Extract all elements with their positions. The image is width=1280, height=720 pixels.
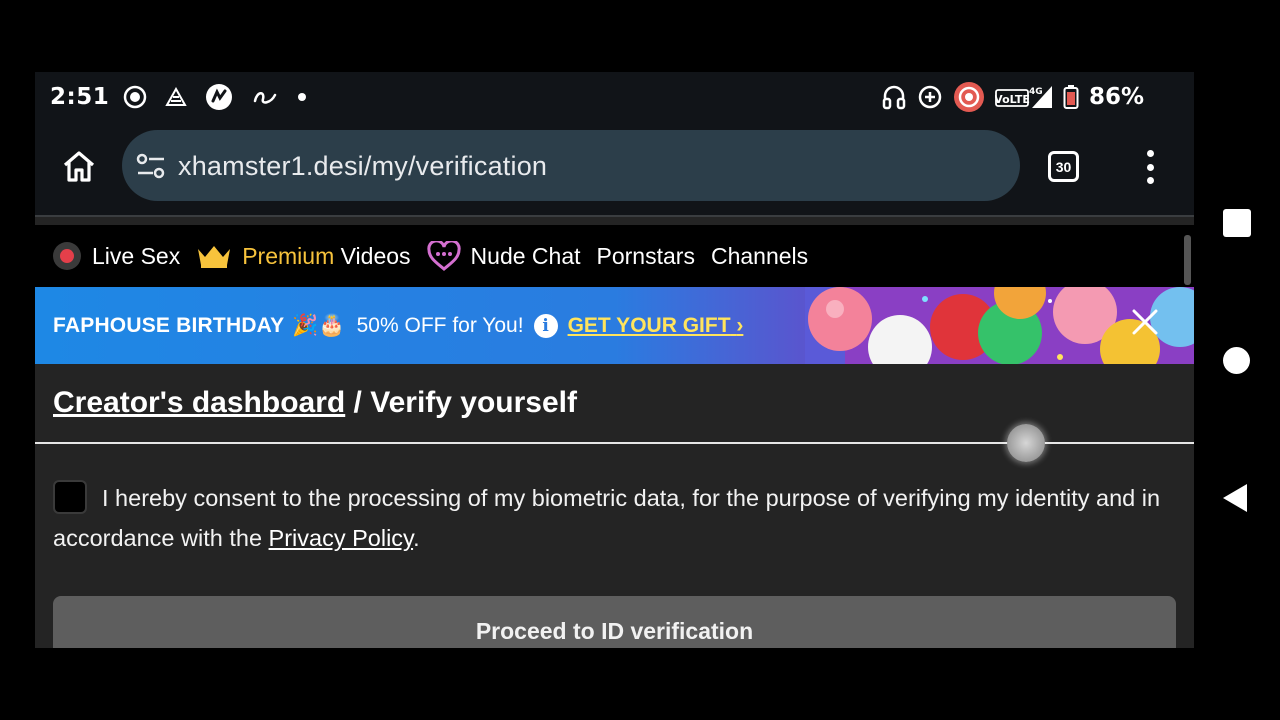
breadcrumb: Creator's dashboard / Verify yourself [53,386,577,420]
nav-item-label: Nude Chat [470,242,581,269]
android-nav-bar [1194,72,1280,648]
nav-item-pornstars[interactable]: Pornstars [597,243,695,270]
network-icon: VoLTE4G [995,86,1052,108]
consent-text: I hereby consent to the processing of my… [53,485,1161,551]
live-dot-icon [53,242,81,270]
toolbar-divider [35,215,1194,217]
recents-button[interactable] [1223,209,1251,237]
browser-menu-icon[interactable] [1144,150,1156,184]
nav-item-label: Pornstars [596,242,695,269]
nav-item-channels[interactable]: Channels [711,243,808,270]
site-settings-icon[interactable] [136,152,166,180]
record-icon [123,85,147,109]
status-notification-icons [123,83,307,111]
status-bar: 2:51 VoLTE 4G 86% [35,72,1194,122]
browser-toolbar: xhamster1.desi/my/verification 30 [35,122,1194,215]
data-saver-icon [918,85,942,109]
svg-text:VoLTE: VoLTE [995,93,1030,106]
party-cake-icon: 🎉🎂 [292,313,345,337]
consent-row: I hereby consent to the processing of my… [53,478,1183,558]
consent-checkbox[interactable] [53,480,87,514]
nav-item-nude-chat[interactable]: Nude Chat [426,241,581,271]
crown-icon [198,246,231,268]
proceed-button[interactable]: Proceed to ID verification [53,596,1176,648]
consent-end: . [413,525,420,551]
tab-count: 30 [1055,158,1072,175]
status-system-icons: VoLTE 4G 86% [881,72,1144,122]
headphones-icon [882,85,906,110]
nav-item-premium-videos[interactable]: Premium Videos [196,242,411,270]
address-bar[interactable]: xhamster1.desi/my/verification [122,130,1020,201]
status-time: 2:51 [50,84,110,110]
breadcrumb-dashboard-link[interactable]: Creator's dashboard [53,386,345,419]
nav-item-label: Channels [710,242,809,269]
page-title: Verify yourself [370,386,577,419]
home-button[interactable] [1223,347,1250,374]
info-icon[interactable]: i [533,313,558,338]
breadcrumb-separator: / [345,386,371,419]
promo-title: FAPHOUSE BIRTHDAY [53,313,285,337]
nav-item-highlight: Premium [242,242,335,269]
battery-icon [1063,85,1079,109]
site-nav: Live Sex Premium Videos Nude Chat Pornst… [35,225,1194,287]
app-icon [206,84,233,110]
scrollbar[interactable] [1184,235,1191,285]
chevron-right-icon: › [736,313,744,337]
url-text[interactable]: xhamster1.desi/my/verification [178,151,547,182]
chat-heart-icon [426,241,461,271]
back-button[interactable] [1222,483,1248,513]
signal-app-icon [165,87,187,106]
close-icon[interactable] [1130,307,1160,337]
nav-item-live-sex[interactable]: Live Sex [53,242,180,270]
nav-item-label: Videos [340,242,411,269]
phone-screen: 2:51 VoLTE 4G 86% xhamster1.desi/my/verif… [35,72,1194,648]
get-gift-link[interactable]: GET YOUR GIFT › [568,314,744,338]
dot-icon [298,93,307,101]
promo-offer: 50% OFF for You! [356,313,524,337]
app-icon-2 [253,92,277,104]
svg-text:4G: 4G [1029,87,1043,97]
screen-record-icon [953,82,984,112]
promo-banner[interactable]: FAPHOUSE BIRTHDAY 🎉🎂 50% OFF for You! i … [35,287,1194,364]
proceed-button-label: Proceed to ID verification [475,618,754,644]
nav-item-label: Live Sex [92,242,181,269]
get-gift-label: GET YOUR GIFT [567,313,731,337]
home-icon[interactable] [61,148,97,184]
tab-switcher-button[interactable]: 30 [1048,151,1079,182]
touch-indicator [1007,424,1045,462]
privacy-policy-link[interactable]: Privacy Policy [269,525,414,551]
battery-percent: 86% [1088,84,1144,110]
